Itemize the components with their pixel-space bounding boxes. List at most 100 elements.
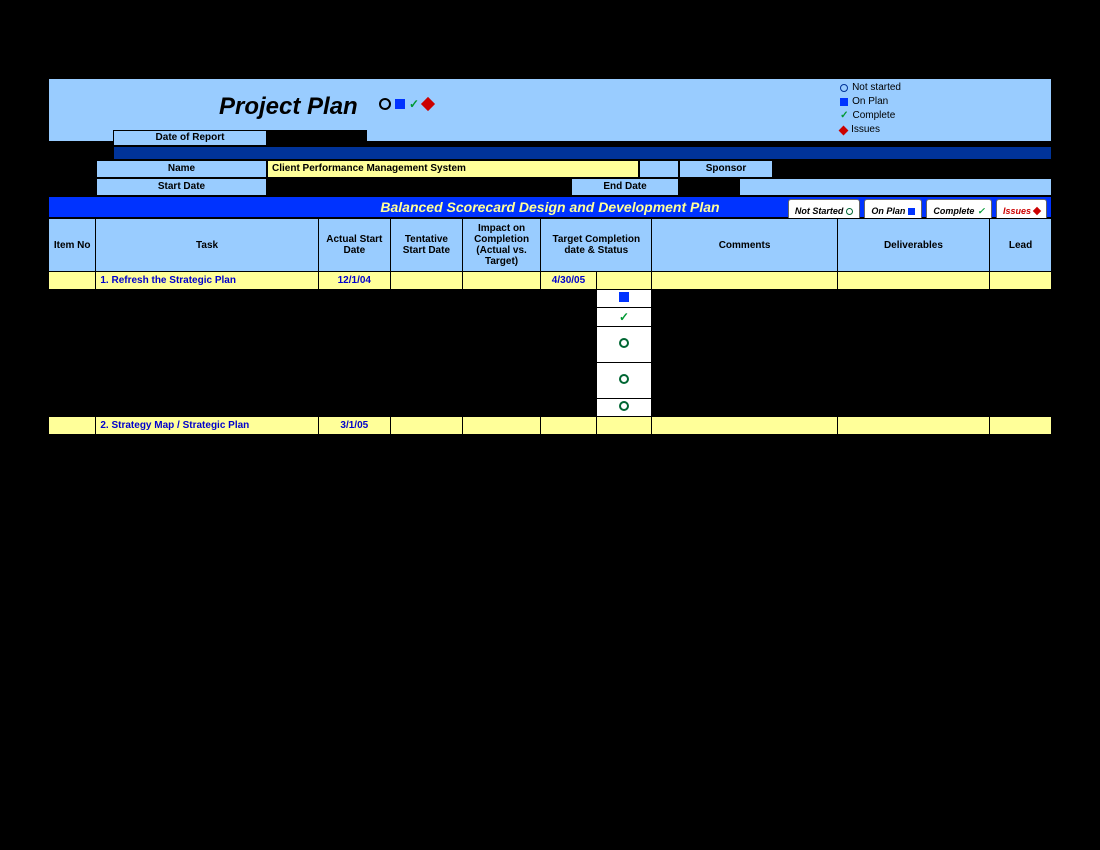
cell-target-date[interactable] <box>541 290 597 308</box>
cell-task[interactable] <box>96 363 318 399</box>
cell-tentative-start[interactable] <box>390 399 462 417</box>
cell-item-no[interactable] <box>49 399 96 417</box>
cell-impact[interactable] <box>462 327 540 363</box>
col-lead: Lead <box>990 219 1052 272</box>
sponsor-value[interactable] <box>773 160 1052 178</box>
cell-lead[interactable] <box>990 363 1052 399</box>
cell-comments[interactable] <box>652 327 837 363</box>
cell-impact[interactable] <box>462 308 540 327</box>
cell-target-status[interactable] <box>596 327 652 363</box>
cell-comments[interactable] <box>652 363 837 399</box>
cell-lead[interactable] <box>990 290 1052 308</box>
cell-item-no[interactable] <box>49 308 96 327</box>
task-table: Item No Task Actual Start Date Tentative… <box>48 218 1052 435</box>
cell-actual-start[interactable] <box>318 327 390 363</box>
cell-comments[interactable] <box>652 308 837 327</box>
cell-task[interactable]: 2. Strategy Map / Strategic Plan <box>96 417 318 435</box>
legend-on-plan: On Plan <box>852 95 888 109</box>
cell-item-no[interactable] <box>49 272 96 290</box>
table-row[interactable]: 1. Refresh the Strategic Plan12/1/04 4/30… <box>49 272 1052 290</box>
issues-icon <box>839 125 849 135</box>
cell-impact[interactable] <box>462 272 540 290</box>
cell-deliverables[interactable] <box>837 290 989 308</box>
cell-task[interactable] <box>96 290 318 308</box>
cell-target-status[interactable] <box>596 363 652 399</box>
cell-tentative-start[interactable] <box>390 327 462 363</box>
cell-actual-start[interactable] <box>318 290 390 308</box>
table-row[interactable] <box>49 363 1052 399</box>
cell-lead[interactable] <box>990 272 1052 290</box>
cell-task[interactable] <box>96 399 318 417</box>
cell-impact[interactable] <box>462 290 540 308</box>
cell-comments[interactable] <box>652 272 837 290</box>
date-row: Start Date End Date <box>96 178 1052 196</box>
cell-target-status[interactable] <box>596 272 652 290</box>
cell-deliverables[interactable] <box>837 308 989 327</box>
cell-lead[interactable] <box>990 327 1052 363</box>
cell-lead[interactable] <box>990 308 1052 327</box>
cell-comments[interactable] <box>652 399 837 417</box>
cell-target-status[interactable] <box>596 290 652 308</box>
cell-tentative-start[interactable] <box>390 272 462 290</box>
cell-impact[interactable] <box>462 417 540 435</box>
cell-task[interactable]: 1. Refresh the Strategic Plan <box>96 272 318 290</box>
cell-tentative-start[interactable] <box>390 417 462 435</box>
col-tentative-start: Tentative Start Date <box>390 219 462 272</box>
not-started-icon <box>846 208 853 215</box>
cell-target-status[interactable] <box>596 417 652 435</box>
cell-impact[interactable] <box>462 363 540 399</box>
table-row[interactable] <box>49 290 1052 308</box>
col-actual-start: Actual Start Date <box>318 219 390 272</box>
cell-item-no[interactable] <box>49 417 96 435</box>
cell-actual-start[interactable]: 12/1/04 <box>318 272 390 290</box>
legend-not-started: Not started <box>852 81 901 95</box>
issues-icon <box>421 97 435 111</box>
legend-issues: Issues <box>851 123 880 137</box>
cell-tentative-start[interactable] <box>390 308 462 327</box>
cell-item-no[interactable] <box>49 327 96 363</box>
cell-target-date[interactable] <box>541 399 597 417</box>
date-of-report-row: Date of Report <box>113 130 367 146</box>
cell-target-status[interactable] <box>596 399 652 417</box>
cell-item-no[interactable] <box>49 363 96 399</box>
cell-deliverables[interactable] <box>837 327 989 363</box>
table-header-row: Item No Task Actual Start Date Tentative… <box>49 219 1052 272</box>
cell-actual-start[interactable] <box>318 363 390 399</box>
cell-task[interactable] <box>96 327 318 363</box>
start-date-value[interactable] <box>267 178 571 196</box>
cell-item-no[interactable] <box>49 290 96 308</box>
title-status-icons: ✓ <box>379 97 433 111</box>
cell-actual-start[interactable] <box>318 399 390 417</box>
cell-deliverables[interactable] <box>837 417 989 435</box>
cell-target-date[interactable] <box>541 308 597 327</box>
on-plan-icon <box>395 99 405 109</box>
date-of-report-value[interactable] <box>267 130 367 146</box>
cell-comments[interactable] <box>652 290 837 308</box>
cell-target-date[interactable]: 4/30/05 <box>541 272 597 290</box>
cell-deliverables[interactable] <box>837 399 989 417</box>
cell-target-date[interactable] <box>541 417 597 435</box>
cell-deliverables[interactable] <box>837 363 989 399</box>
table-row[interactable]: ✓ <box>49 308 1052 327</box>
cell-target-date[interactable] <box>541 327 597 363</box>
cell-comments[interactable] <box>652 417 837 435</box>
on-plan-icon <box>840 98 848 106</box>
end-date-value[interactable] <box>679 178 739 196</box>
cell-lead[interactable] <box>990 399 1052 417</box>
table-row[interactable] <box>49 327 1052 363</box>
project-name-value[interactable]: Client Performance Management System <box>267 160 639 178</box>
cell-lead[interactable] <box>990 417 1052 435</box>
cell-impact[interactable] <box>462 399 540 417</box>
cell-target-date[interactable] <box>541 363 597 399</box>
table-row[interactable] <box>49 399 1052 417</box>
cell-deliverables[interactable] <box>837 272 989 290</box>
cell-actual-start[interactable]: 3/1/05 <box>318 417 390 435</box>
cell-target-status[interactable]: ✓ <box>596 308 652 327</box>
cell-tentative-start[interactable] <box>390 290 462 308</box>
not-started-icon <box>379 98 391 110</box>
end-date-label: End Date <box>571 178 679 196</box>
cell-actual-start[interactable] <box>318 308 390 327</box>
cell-tentative-start[interactable] <box>390 363 462 399</box>
cell-task[interactable] <box>96 308 318 327</box>
table-row[interactable]: 2. Strategy Map / Strategic Plan3/1/05 <box>49 417 1052 435</box>
